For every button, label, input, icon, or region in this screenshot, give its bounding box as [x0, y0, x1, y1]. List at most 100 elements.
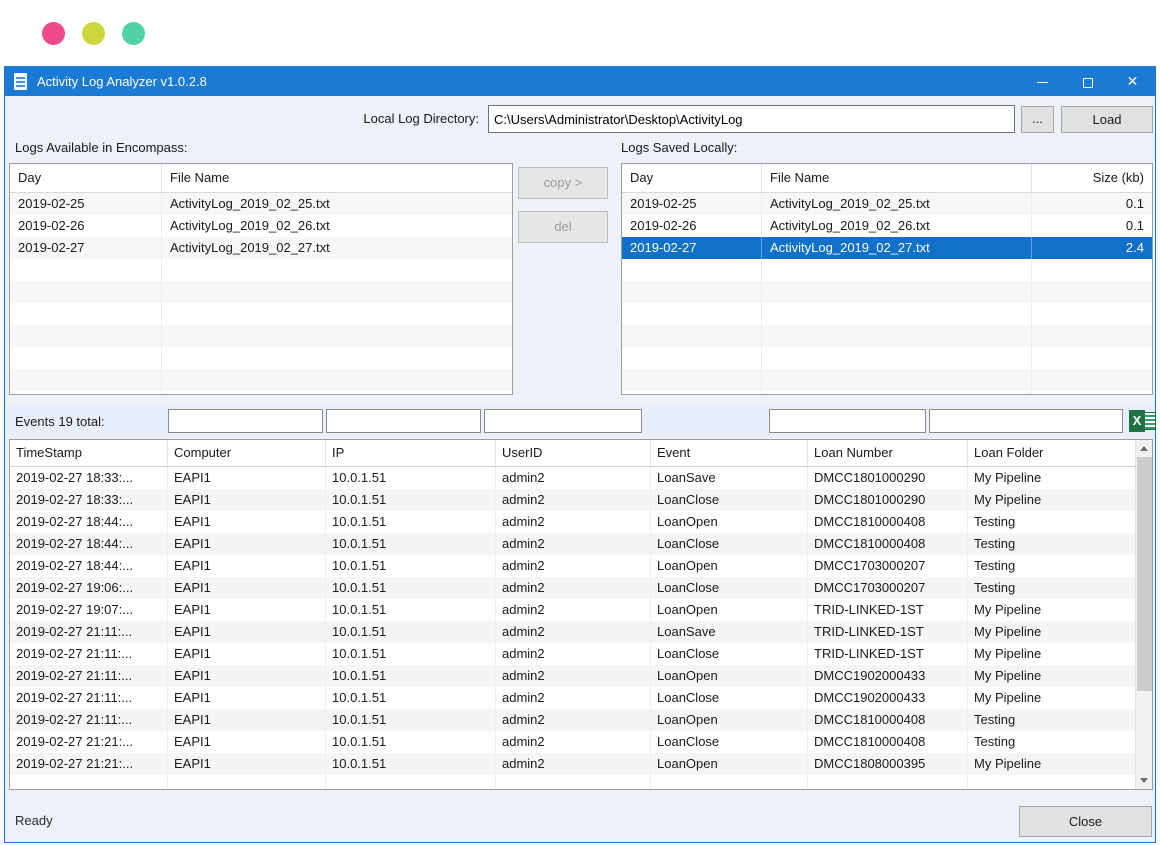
events-table-row[interactable]: 2019-02-27 21:21:...EAPI110.0.1.51admin2… — [10, 731, 1135, 753]
maximize-button[interactable] — [1065, 67, 1110, 96]
ip-cell: 10.0.1.51 — [326, 577, 496, 599]
file-name-cell — [162, 281, 512, 303]
filter-input-computer[interactable] — [168, 409, 323, 433]
scrollbar-thumb[interactable] — [1137, 457, 1152, 691]
decor-dot-pink — [42, 22, 65, 45]
loan-folder-cell: My Pipeline — [968, 621, 1135, 643]
filter-input-loan-folder[interactable] — [929, 409, 1123, 433]
vertical-scrollbar[interactable] — [1135, 440, 1152, 789]
timestamp-cell: 2019-02-27 18:44:... — [10, 533, 168, 555]
encompass-list-row[interactable]: 2019-02-25ActivityLog_2019_02_25.txt — [10, 193, 512, 215]
column-header-computer[interactable]: Computer — [168, 440, 326, 466]
file-name-cell: ActivityLog_2019_02_25.txt — [762, 193, 1032, 215]
size-cell — [1032, 325, 1152, 347]
column-header-timestamp[interactable]: TimeStamp — [10, 440, 168, 466]
decor-dot-teal — [122, 22, 145, 45]
load-button[interactable]: Load — [1061, 106, 1153, 133]
events-table-row[interactable]: 2019-02-27 21:11:...EAPI110.0.1.51admin2… — [10, 621, 1135, 643]
loan-folder-cell: Testing — [968, 731, 1135, 753]
file-name-cell: ActivityLog_2019_02_27.txt — [762, 237, 1032, 259]
events-table-row[interactable]: 2019-02-27 19:07:...EAPI110.0.1.51admin2… — [10, 599, 1135, 621]
encompass-list-row — [10, 281, 512, 303]
events-table-row[interactable]: 2019-02-27 21:11:...EAPI110.0.1.51admin2… — [10, 709, 1135, 731]
loan-number-cell: DMCC1810000408 — [808, 511, 968, 533]
day-cell — [622, 391, 762, 395]
event-cell: LoanClose — [651, 687, 808, 709]
day-cell: 2019-02-25 — [622, 193, 762, 215]
copy-button[interactable]: copy > — [518, 167, 608, 199]
encompass-list-row[interactable]: 2019-02-26ActivityLog_2019_02_26.txt — [10, 215, 512, 237]
column-header-file[interactable]: File Name — [762, 164, 1032, 192]
events-table-row[interactable]: 2019-02-27 18:44:...EAPI110.0.1.51admin2… — [10, 511, 1135, 533]
computer-cell: EAPI1 — [168, 709, 326, 731]
encompass-list-row — [10, 369, 512, 391]
loan-number-cell: DMCC1902000433 — [808, 665, 968, 687]
event-cell: LoanClose — [651, 731, 808, 753]
scroll-up-icon[interactable] — [1136, 440, 1153, 457]
loan-folder-cell: Testing — [968, 533, 1135, 555]
filter-input-userid[interactable] — [484, 409, 642, 433]
events-table-row[interactable]: 2019-02-27 21:11:...EAPI110.0.1.51admin2… — [10, 687, 1135, 709]
browse-button[interactable]: ... — [1021, 106, 1054, 133]
column-header-size[interactable]: Size (kb) — [1032, 164, 1152, 192]
local-list-row[interactable]: 2019-02-26ActivityLog_2019_02_26.txt0.1 — [622, 215, 1152, 237]
userid-cell: admin2 — [496, 753, 651, 775]
column-header-file[interactable]: File Name — [162, 164, 512, 192]
filter-input-loan-number[interactable] — [769, 409, 926, 433]
column-header-userid[interactable]: UserID — [496, 440, 651, 466]
column-header-day[interactable]: Day — [10, 164, 162, 192]
file-name-cell — [762, 347, 1032, 369]
events-table-row[interactable]: 2019-02-27 18:44:...EAPI110.0.1.51admin2… — [10, 555, 1135, 577]
local-list-row[interactable]: 2019-02-27ActivityLog_2019_02_27.txt2.4 — [622, 237, 1152, 259]
close-window-button[interactable]: ✕ — [1110, 67, 1155, 96]
userid-cell: admin2 — [496, 555, 651, 577]
scroll-down-icon[interactable] — [1136, 772, 1153, 789]
local-list-body: 2019-02-25ActivityLog_2019_02_25.txt0.12… — [622, 193, 1152, 395]
encompass-list-row[interactable]: 2019-02-27ActivityLog_2019_02_27.txt — [10, 237, 512, 259]
userid-cell: admin2 — [496, 731, 651, 753]
computer-cell: EAPI1 — [168, 731, 326, 753]
size-cell — [1032, 281, 1152, 303]
userid-cell: admin2 — [496, 511, 651, 533]
local-list-row — [622, 369, 1152, 391]
excel-export-icon[interactable]: X — [1129, 410, 1156, 432]
loan-number-cell: TRID-LINKED-1ST — [808, 599, 968, 621]
events-table-row[interactable]: 2019-02-27 21:21:...EAPI110.0.1.51admin2… — [10, 753, 1135, 775]
encompass-list-row — [10, 303, 512, 325]
events-table-row[interactable]: 2019-02-27 19:06:...EAPI110.0.1.51admin2… — [10, 577, 1135, 599]
column-header-day[interactable]: Day — [622, 164, 762, 192]
userid-cell: admin2 — [496, 599, 651, 621]
events-table-row[interactable]: 2019-02-27 21:11:...EAPI110.0.1.51admin2… — [10, 665, 1135, 687]
events-table-row[interactable]: 2019-02-27 18:33:...EAPI110.0.1.51admin2… — [10, 489, 1135, 511]
loan-folder-cell: Testing — [968, 555, 1135, 577]
close-button[interactable]: Close — [1019, 806, 1152, 837]
del-button[interactable]: del — [518, 211, 608, 243]
column-header-loan-folder[interactable]: Loan Folder — [968, 440, 1135, 466]
filter-input-ip[interactable] — [326, 409, 481, 433]
local-list-header: Day File Name Size (kb) — [622, 164, 1152, 193]
local-list-row — [622, 391, 1152, 395]
ip-cell: 10.0.1.51 — [326, 511, 496, 533]
encompass-list-row — [10, 325, 512, 347]
events-table-row[interactable]: 2019-02-27 18:33:...EAPI110.0.1.51admin2… — [10, 467, 1135, 489]
directory-input[interactable] — [488, 105, 1015, 133]
events-table-row[interactable]: 2019-02-27 21:11:...EAPI110.0.1.51admin2… — [10, 643, 1135, 665]
event-cell: LoanClose — [651, 489, 808, 511]
timestamp-cell: 2019-02-27 18:33:... — [10, 489, 168, 511]
size-cell — [1032, 391, 1152, 395]
filter-strip: Events 19 total: X — [5, 404, 1155, 439]
column-header-event[interactable]: Event — [651, 440, 808, 466]
encompass-panel-title: Logs Available in Encompass: — [15, 140, 187, 156]
encompass-list-header: Day File Name — [10, 164, 512, 193]
column-header-loan-number[interactable]: Loan Number — [808, 440, 968, 466]
ip-cell: 10.0.1.51 — [326, 665, 496, 687]
userid-cell: admin2 — [496, 709, 651, 731]
minimize-button[interactable] — [1020, 67, 1065, 96]
column-header-ip[interactable]: IP — [326, 440, 496, 466]
computer-cell: EAPI1 — [168, 467, 326, 489]
userid-cell: admin2 — [496, 577, 651, 599]
timestamp-cell: 2019-02-27 21:21:... — [10, 753, 168, 775]
events-table-row[interactable]: 2019-02-27 18:44:...EAPI110.0.1.51admin2… — [10, 533, 1135, 555]
local-list-row[interactable]: 2019-02-25ActivityLog_2019_02_25.txt0.1 — [622, 193, 1152, 215]
day-cell — [622, 369, 762, 391]
